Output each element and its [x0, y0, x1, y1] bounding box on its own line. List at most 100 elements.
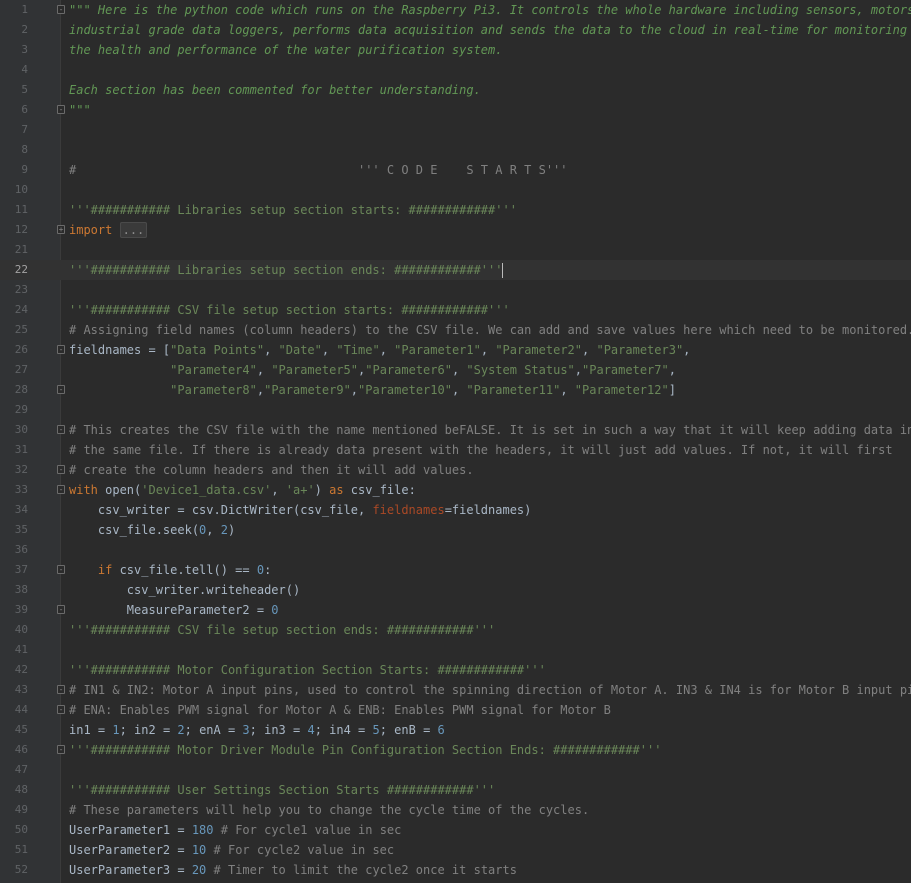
code-line[interactable]: 36 — [0, 540, 911, 560]
code-line[interactable]: 21 — [0, 240, 911, 260]
code-line[interactable]: 11 '''########### Libraries setup section… — [0, 200, 911, 220]
code-text: # These parameters will help you to chan… — [69, 803, 590, 817]
line-number: 45 — [14, 723, 28, 736]
code-line[interactable]: 33 - with open('Device1_data.csv', 'a+') a… — [0, 480, 911, 500]
code-line[interactable]: 45 in1 = 1; in2 = 2; enA = 3; in3 = 4; in… — [0, 720, 911, 740]
code-line[interactable]: 29 — [0, 400, 911, 420]
code-line[interactable]: 27 "Parameter4", "Parameter5","Parameter… — [0, 360, 911, 380]
line-number: 42 — [14, 663, 28, 676]
line-number: 48 — [14, 783, 28, 796]
code-line[interactable]: 8 — [0, 140, 911, 160]
fold-collapse-icon[interactable]: - — [57, 485, 65, 494]
fold-collapse-icon[interactable]: - — [57, 605, 65, 614]
line-number: 46 — [14, 743, 28, 756]
line-number: 11 — [14, 203, 28, 216]
line-number: 31 — [14, 443, 28, 456]
fold-collapse-icon[interactable]: - — [57, 745, 65, 754]
code-line[interactable]: 10 — [0, 180, 911, 200]
code-line[interactable]: 37 - if csv_file.tell() == 0: — [0, 560, 911, 580]
fold-collapse-icon[interactable]: - — [57, 705, 65, 714]
code-line[interactable]: 49 # These parameters will help you to ch… — [0, 800, 911, 820]
code-line[interactable]: 22 '''########### Libraries setup section… — [0, 260, 911, 280]
code-line[interactable]: 44 - # ENA: Enables PWM signal for Motor A… — [0, 700, 911, 720]
code-line[interactable]: 26 - fieldnames = ["Data Points", "Date", … — [0, 340, 911, 360]
line-number: 23 — [14, 283, 28, 296]
code-line[interactable]: 24 '''########### CSV file setup section … — [0, 300, 911, 320]
line-number: 25 — [14, 323, 28, 336]
code-line[interactable]: 1 - """ Here is the python code which runs… — [0, 0, 911, 20]
code-text: '''########### Motor Configuration Secti… — [69, 663, 546, 677]
code-line[interactable]: 28 - "Parameter8","Parameter9","Parameter… — [0, 380, 911, 400]
code-line[interactable]: 48 '''########### User Settings Section S… — [0, 780, 911, 800]
fold-expand-icon[interactable]: + — [57, 225, 65, 234]
code-line[interactable]: 9 # ''' C O D E S T A R T S''' — [0, 160, 911, 180]
fold-collapse-icon[interactable]: - — [57, 385, 65, 394]
code-line[interactable]: 51 UserParameter2 = 10 # For cycle2 value… — [0, 840, 911, 860]
fold-collapse-icon[interactable]: - — [57, 565, 65, 574]
code-text: with open('Device1_data.csv', 'a+') as c… — [69, 483, 416, 497]
text-caret — [502, 263, 504, 278]
line-number: 41 — [14, 643, 28, 656]
code-line[interactable]: 32 - # create the column headers and then … — [0, 460, 911, 480]
line-number: 8 — [21, 143, 28, 156]
code-line[interactable]: 41 — [0, 640, 911, 660]
code-text: '''########### CSV file setup section en… — [69, 623, 496, 637]
fold-collapse-icon[interactable]: - — [57, 425, 65, 434]
line-number: 43 — [14, 683, 28, 696]
fold-collapse-icon[interactable]: - — [57, 345, 65, 354]
fold-collapse-icon[interactable]: - — [57, 105, 65, 114]
code-text: # IN1 & IN2: Motor A input pins, used to… — [69, 683, 911, 697]
line-number: 52 — [14, 863, 28, 876]
code-editor[interactable]: 1- """ Here is the python code which runs… — [0, 0, 911, 883]
line-number: 9 — [21, 163, 28, 176]
line-number: 36 — [14, 543, 28, 556]
code-line[interactable]: 25 # Assigning field names (column header… — [0, 320, 911, 340]
code-text: # This creates the CSV file with the nam… — [69, 423, 911, 437]
code-text: MeasureParameter2 = 0 — [69, 603, 279, 617]
code-line[interactable]: 50 UserParameter1 = 180 # For cycle1 valu… — [0, 820, 911, 840]
code-line[interactable]: 40 '''########### CSV file setup section … — [0, 620, 911, 640]
line-number: 21 — [14, 243, 28, 256]
code-line[interactable]: 4 — [0, 60, 911, 80]
fold-collapse-icon[interactable]: - — [57, 5, 65, 14]
code-line[interactable]: 12 + import ... — [0, 220, 911, 240]
code-line[interactable]: 34 csv_writer = csv.DictWriter(csv_file,… — [0, 500, 911, 520]
code-line[interactable]: 42 '''########### Motor Configuration Sec… — [0, 660, 911, 680]
code-line[interactable]: 23 — [0, 280, 911, 300]
fold-collapse-icon[interactable]: - — [57, 685, 65, 694]
fold-collapse-icon[interactable]: - — [57, 465, 65, 474]
code-line[interactable]: 46 - '''########### Motor Driver Module Pi… — [0, 740, 911, 760]
code-line[interactable]: 35 csv_file.seek(0, 2) — [0, 520, 911, 540]
line-number: 1 — [21, 3, 28, 16]
line-number: 39 — [14, 603, 28, 616]
line-number: 24 — [14, 303, 28, 316]
code-line[interactable]: 7 — [0, 120, 911, 140]
line-number: 49 — [14, 803, 28, 816]
code-line[interactable]: 2 industrial grade data loggers, performs… — [0, 20, 911, 40]
code-line[interactable]: 3 the health and performance of the water… — [0, 40, 911, 60]
code-line[interactable]: 5 Each section has been commented for bet… — [0, 80, 911, 100]
line-number: 5 — [21, 83, 28, 96]
line-number: 38 — [14, 583, 28, 596]
code-line[interactable]: 31 # the same file. If there is already d… — [0, 440, 911, 460]
line-number: 2 — [21, 23, 28, 36]
code-text: # Assigning field names (column headers)… — [69, 323, 911, 337]
line-number: 29 — [14, 403, 28, 416]
line-number: 4 — [21, 63, 28, 76]
line-number: 35 — [14, 523, 28, 536]
code-text: UserParameter2 = 10 # For cycle2 value i… — [69, 843, 395, 857]
code-line[interactable]: 6 - """ — [0, 100, 911, 120]
code-line[interactable]: 39 - MeasureParameter2 = 0 — [0, 600, 911, 620]
code-line[interactable]: 47 — [0, 760, 911, 780]
line-number: 32 — [14, 463, 28, 476]
code-line[interactable]: 30 - # This creates the CSV file with the … — [0, 420, 911, 440]
code-line[interactable]: 52 UserParameter3 = 20 # Timer to limit t… — [0, 860, 911, 880]
code-text: Each section has been commented for bett… — [69, 83, 481, 97]
line-number: 27 — [14, 363, 28, 376]
code-line[interactable]: 38 csv_writer.writeheader() — [0, 580, 911, 600]
code-line[interactable]: 43 - # IN1 & IN2: Motor A input pins, used… — [0, 680, 911, 700]
